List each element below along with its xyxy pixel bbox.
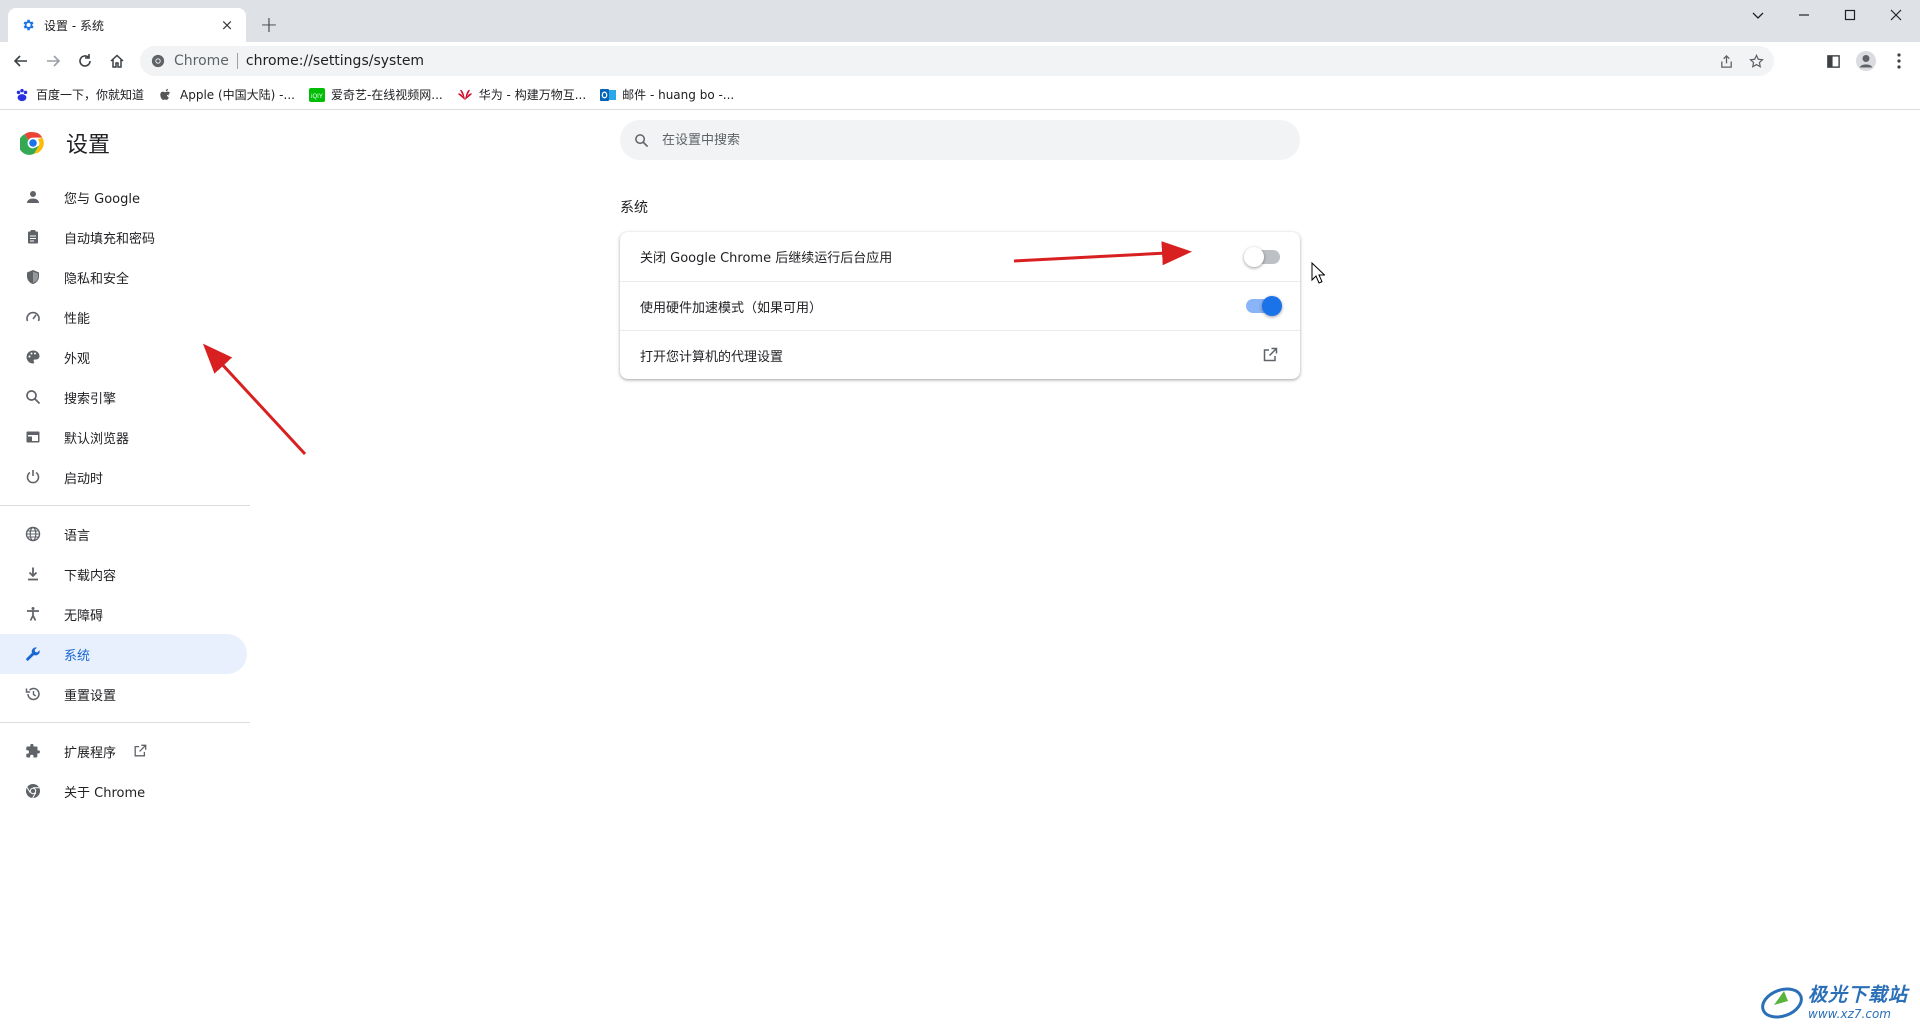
sidebar-item-system[interactable]: 系统 [0, 634, 247, 674]
address-bar[interactable]: Chrome chrome://settings/system [140, 46, 1774, 76]
toggle-knob [1262, 296, 1282, 316]
search-icon [24, 388, 42, 406]
row-proxy-settings[interactable]: 打开您计算机的代理设置 [620, 330, 1300, 379]
sidebar-item-extensions[interactable]: 扩展程序 [0, 731, 247, 771]
chrome-logo-icon [20, 132, 44, 155]
sidebar-item-about-chrome[interactable]: 关于 Chrome [0, 771, 247, 811]
browser-icon [24, 428, 42, 446]
accessibility-icon [24, 605, 42, 623]
sidebar-item-search-engine[interactable]: 搜索引擎 [0, 377, 247, 417]
row-hardware-acceleration[interactable]: 使用硬件加速模式（如果可用） [620, 281, 1300, 330]
power-icon [24, 468, 42, 486]
hardware-acceleration-toggle[interactable] [1246, 296, 1282, 316]
toggle-knob [1244, 246, 1264, 267]
reload-icon[interactable] [70, 46, 100, 76]
bookmark-iqiyi[interactable]: iQIY 爱奇艺-在线视频网... [305, 82, 453, 108]
outlook-icon [600, 87, 617, 103]
row-background-apps[interactable]: 关闭 Google Chrome 后继续运行后台应用 [620, 232, 1300, 281]
tab-strip: 设置 - 系统 × + [0, 0, 1920, 42]
bookmark-outlook[interactable]: 邮件 - huang bo -... [596, 82, 744, 108]
maximize-icon[interactable] [1828, 0, 1872, 30]
menu-kebab-icon[interactable] [1884, 46, 1914, 76]
settings-header: 设置 [20, 127, 110, 159]
wrench-icon [24, 645, 42, 663]
sidebar-item-accessibility[interactable]: 无障碍 [0, 594, 247, 634]
watermark-logo-icon [1761, 986, 1803, 1019]
bookmarks-bar: 百度一下，你就知道 Apple (中国大陆) -... iQIY 爱奇艺-在线视… [0, 80, 1920, 110]
url-origin: Chrome [174, 53, 229, 69]
side-panel-icon[interactable] [1818, 46, 1848, 76]
section-title: 系统 [620, 200, 648, 216]
sidebar-item-default-browser[interactable]: 默认浏览器 [0, 417, 247, 457]
sidebar-item-languages[interactable]: 语言 [0, 514, 247, 554]
watermark-url: www.xz7.com [1808, 1007, 1891, 1021]
settings-nav: 您与 Google 自动填充和密码 隐私和安全 性能 外观 搜索引擎 默认浏览器 [0, 177, 250, 811]
tab-search-chevron-icon[interactable] [1736, 0, 1780, 30]
tab-settings-system[interactable]: 设置 - 系统 × [8, 8, 246, 42]
shield-icon [24, 268, 42, 286]
back-arrow-icon[interactable] [6, 46, 36, 76]
baidu-icon [14, 87, 30, 103]
url-text[interactable]: chrome://settings/system [246, 53, 424, 69]
sidebar-item-reset[interactable]: 重置设置 [0, 674, 247, 714]
sidebar-item-autofill[interactable]: 自动填充和密码 [0, 217, 247, 257]
chrome-icon [24, 782, 42, 800]
nav-divider [0, 505, 250, 506]
open-in-new-icon[interactable] [1260, 345, 1280, 365]
bookmark-huawei[interactable]: 华为 - 构建万物互... [453, 82, 596, 108]
home-icon[interactable] [102, 46, 132, 76]
sidebar-item-privacy[interactable]: 隐私和安全 [0, 257, 247, 297]
chrome-site-icon[interactable] [150, 53, 166, 69]
profile-avatar-icon[interactable] [1851, 46, 1881, 76]
toolbar: Chrome chrome://settings/system [0, 42, 1920, 80]
huawei-icon [457, 87, 473, 103]
watermark-name: 极光下载站 [1808, 984, 1909, 1006]
share-icon[interactable] [1714, 49, 1738, 73]
download-icon [24, 565, 42, 583]
settings-title: 设置 [66, 133, 111, 158]
svg-text:iQIY: iQIY [311, 94, 323, 100]
window-close-icon[interactable] [1874, 0, 1918, 30]
iqiyi-icon: iQIY [308, 87, 325, 103]
settings-sidebar: 设置 您与 Google 自动填充和密码 隐私和安全 性能 外观 搜索引擎 默认… [0, 111, 250, 1034]
apple-icon [158, 87, 174, 103]
row-label: 使用硬件加速模式（如果可用） [640, 300, 823, 316]
bookmark-baidu[interactable]: 百度一下，你就知道 [10, 82, 154, 108]
globe-icon [24, 525, 42, 543]
person-icon [24, 188, 42, 206]
palette-icon [24, 348, 42, 366]
clipboard-icon [24, 228, 42, 246]
tab-title: 设置 - 系统 [44, 18, 104, 33]
sidebar-item-performance[interactable]: 性能 [0, 297, 247, 337]
nav-divider [0, 722, 250, 723]
new-tab-button[interactable]: + [256, 12, 282, 38]
search-icon [632, 131, 650, 149]
history-icon [24, 685, 42, 703]
settings-search-box[interactable] [620, 120, 1300, 160]
minimize-icon[interactable] [1782, 0, 1826, 30]
sidebar-item-on-startup[interactable]: 启动时 [0, 457, 247, 497]
row-label: 打开您计算机的代理设置 [640, 349, 784, 365]
mouse-cursor-icon [1311, 262, 1325, 284]
url-separator [236, 53, 238, 69]
row-label: 关闭 Google Chrome 后继续运行后台应用 [640, 251, 893, 266]
bookmark-star-icon[interactable] [1744, 49, 1768, 73]
open-in-new-icon [132, 743, 148, 759]
speedometer-icon [24, 308, 42, 326]
bookmark-apple[interactable]: Apple (中国大陆) -... [154, 82, 305, 108]
gear-icon [20, 17, 36, 33]
close-tab-icon[interactable]: × [218, 16, 236, 34]
settings-search-input[interactable] [662, 132, 1262, 148]
sidebar-item-downloads[interactable]: 下载内容 [0, 554, 247, 594]
background-apps-toggle[interactable] [1244, 246, 1280, 267]
forward-arrow-icon[interactable] [38, 46, 68, 76]
watermark: 极光下载站 www.xz7.com [1760, 980, 1908, 1021]
sidebar-item-appearance[interactable]: 外观 [0, 337, 247, 377]
sidebar-item-you-and-google[interactable]: 您与 Google [0, 177, 247, 217]
system-settings-card: 关闭 Google Chrome 后继续运行后台应用 使用硬件加速模式（如果可用… [620, 232, 1300, 379]
puzzle-icon [24, 742, 42, 760]
